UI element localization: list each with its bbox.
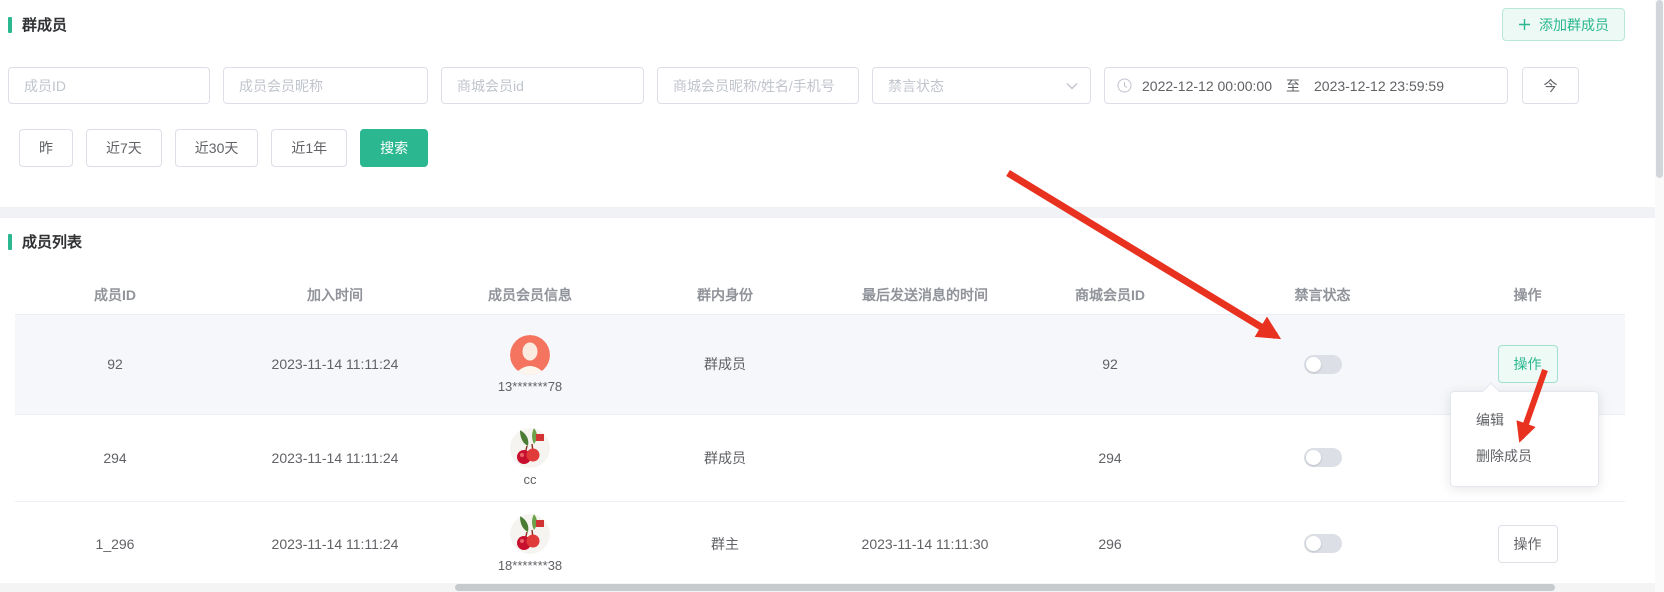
- last-30-days-button[interactable]: 近30天: [175, 129, 259, 167]
- filter-row: 禁言状态 2022-12-12 00:00:00 至 2023-12-12 23…: [8, 67, 1648, 104]
- member-info-cell: cc: [455, 428, 605, 487]
- member-phone-label: 18*******38: [498, 558, 562, 573]
- cell-mall-member-id: 294: [1005, 414, 1215, 501]
- member-id-input[interactable]: [8, 67, 210, 104]
- today-button[interactable]: 今: [1522, 67, 1579, 104]
- yesterday-button[interactable]: 昨: [19, 129, 73, 167]
- search-button[interactable]: 搜索: [360, 129, 428, 167]
- add-group-member-button[interactable]: 添加群成员: [1502, 8, 1625, 41]
- cell-member-id: 1_296: [15, 501, 215, 586]
- clock-icon: [1117, 78, 1132, 93]
- title-accent-bar: [8, 17, 12, 33]
- cell-member-id: 294: [15, 414, 215, 501]
- header-member-info: 成员会员信息: [455, 276, 605, 314]
- date-end-value: 2023-12-12 23:59:59: [1314, 78, 1444, 94]
- toggle-knob: [1306, 536, 1321, 551]
- header-join-time: 加入时间: [215, 276, 455, 314]
- date-range-picker[interactable]: 2022-12-12 00:00:00 至 2023-12-12 23:59:5…: [1104, 67, 1508, 104]
- last-7-days-button[interactable]: 近7天: [86, 129, 162, 167]
- cell-member-id: 92: [15, 314, 215, 414]
- cell-last-message-time: 2023-11-14 11:11:30: [845, 501, 1005, 586]
- mute-toggle[interactable]: [1304, 534, 1342, 553]
- header-group-role: 群内身份: [605, 276, 845, 314]
- horizontal-scrollbar[interactable]: [0, 583, 1655, 592]
- last-1-year-button[interactable]: 近1年: [271, 129, 347, 167]
- row-action-button[interactable]: 操作: [1498, 345, 1558, 383]
- cherries-image: [510, 514, 550, 554]
- member-info-cell: 13*******78: [455, 335, 605, 394]
- section-divider: [0, 207, 1664, 218]
- toggle-knob: [1306, 357, 1321, 372]
- header-member-id: 成员ID: [15, 276, 215, 314]
- mute-status-placeholder: 禁言状态: [888, 76, 944, 96]
- header-mall-member-id: 商城会员ID: [1005, 276, 1215, 314]
- member-list-panel: 成员列表 成员ID 加入时间 成员会员信息 群内身份 最后发送消息的时间 商城会…: [0, 218, 1664, 592]
- cherries-photo-avatar: [510, 428, 550, 468]
- cell-group-role: 群主: [605, 501, 845, 586]
- cell-join-time: 2023-11-14 11:11:24: [215, 314, 455, 414]
- table-row: 294 2023-11-14 11:11:24: [15, 414, 1625, 501]
- cell-group-role: 群成员: [605, 314, 845, 414]
- mute-status-select[interactable]: 禁言状态: [872, 67, 1091, 104]
- date-separator: 至: [1286, 76, 1300, 96]
- header-mute-status: 禁言状态: [1215, 276, 1430, 314]
- cell-join-time: 2023-11-14 11:11:24: [215, 501, 455, 586]
- vertical-scrollbar[interactable]: [1655, 0, 1664, 592]
- page-title: 群成员: [22, 14, 67, 35]
- member-table: 成员ID 加入时间 成员会员信息 群内身份 最后发送消息的时间 商城会员ID 禁…: [15, 276, 1625, 586]
- group-members-panel: 群成员 添加群成员 禁言状态 2022-12-12 00:00:00 至 202…: [0, 0, 1664, 207]
- mall-member-query-input[interactable]: [657, 67, 859, 104]
- vertical-scrollbar-thumb[interactable]: [1656, 0, 1663, 178]
- menu-item-edit[interactable]: 编辑: [1451, 402, 1598, 438]
- row-action-menu: 编辑 删除成员: [1450, 391, 1599, 487]
- cherries-image: [510, 428, 550, 468]
- add-group-member-label: 添加群成员: [1539, 15, 1609, 35]
- member-nickname-label: cc: [524, 472, 537, 487]
- member-nickname-input[interactable]: [223, 67, 428, 104]
- member-phone-label: 13*******78: [498, 379, 562, 394]
- table-row: 1_296 2023-11-14 11:11:24: [15, 501, 1625, 586]
- cell-mall-member-id: 92: [1005, 314, 1215, 414]
- cell-group-role: 群成员: [605, 414, 845, 501]
- mall-member-id-input[interactable]: [441, 67, 644, 104]
- horizontal-scrollbar-thumb[interactable]: [455, 584, 1555, 591]
- menu-item-delete-member[interactable]: 删除成员: [1451, 438, 1598, 474]
- mute-toggle[interactable]: [1304, 448, 1342, 467]
- cell-last-message-time: [845, 314, 1005, 414]
- default-person-avatar: [510, 335, 550, 375]
- row-action-button[interactable]: 操作: [1498, 525, 1558, 563]
- cell-last-message-time: [845, 414, 1005, 501]
- member-info-cell: 18*******38: [455, 514, 605, 573]
- header-last-message-time: 最后发送消息的时间: [845, 276, 1005, 314]
- person-icon: [510, 335, 550, 375]
- mute-toggle[interactable]: [1304, 355, 1342, 374]
- member-list-title: 成员列表: [22, 231, 82, 252]
- table-row: 92 2023-11-14 11:11:24 13*******78: [15, 314, 1625, 414]
- plus-icon: [1518, 18, 1531, 31]
- panel-title-group-members: 群成员: [8, 14, 1648, 35]
- panel-title-member-list: 成员列表: [8, 231, 1664, 252]
- chevron-down-icon: [1066, 82, 1078, 90]
- quick-date-row: 昨 近7天 近30天 近1年 搜索: [19, 129, 1648, 167]
- toggle-knob: [1306, 450, 1321, 465]
- date-start-value: 2022-12-12 00:00:00: [1142, 78, 1272, 94]
- title-accent-bar: [8, 234, 12, 250]
- header-actions: 操作: [1430, 276, 1625, 314]
- cherries-photo-avatar: [510, 514, 550, 554]
- table-header-row: 成员ID 加入时间 成员会员信息 群内身份 最后发送消息的时间 商城会员ID 禁…: [15, 276, 1625, 314]
- cell-mall-member-id: 296: [1005, 501, 1215, 586]
- cell-join-time: 2023-11-14 11:11:24: [215, 414, 455, 501]
